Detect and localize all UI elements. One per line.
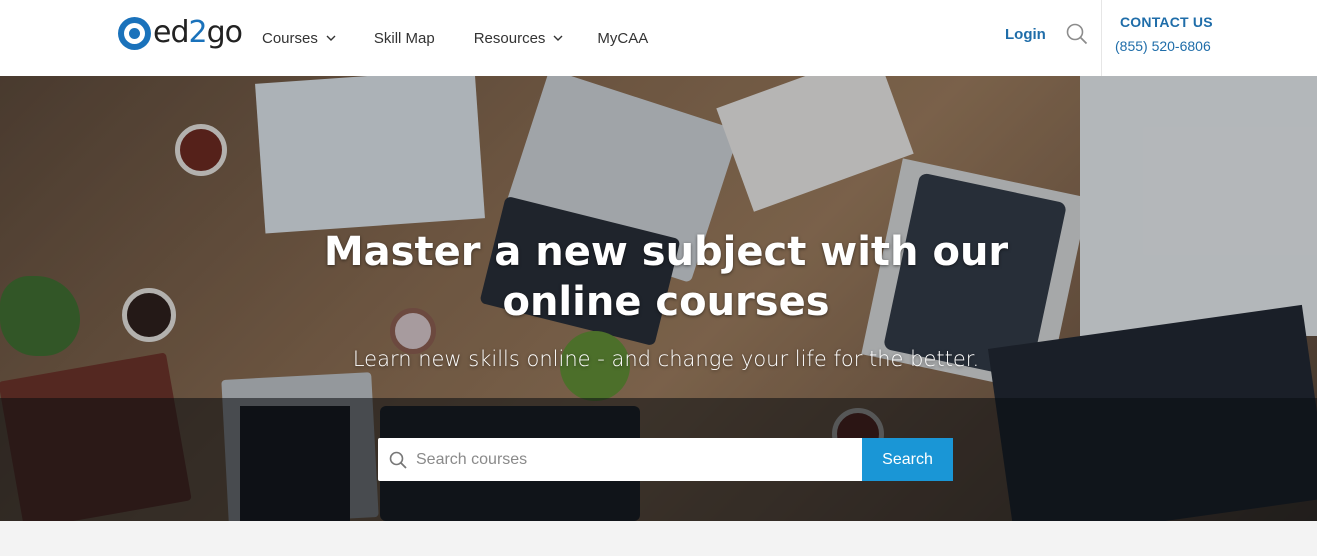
- page-content-area: [0, 521, 1317, 556]
- hero-title: Master a new subject with our online cou…: [323, 229, 1009, 325]
- chevron-down-icon: [326, 35, 336, 41]
- nav-item-skill-map[interactable]: Skill Map: [374, 30, 435, 47]
- login-link[interactable]: Login: [1005, 26, 1046, 43]
- nav-item-mycaa[interactable]: MyCAA: [597, 30, 648, 47]
- contact-us-link[interactable]: CONTACT US: [1120, 14, 1213, 30]
- nav-item-label: Courses: [262, 29, 318, 47]
- logo-wordmark: ed2go: [153, 15, 243, 50]
- main-nav: Courses Skill Map Resources MyCAA: [262, 0, 648, 76]
- search-button[interactable]: Search: [862, 438, 953, 481]
- nav-item-courses[interactable]: Courses: [262, 30, 337, 47]
- hero-subtitle: Learn new skills online - and change you…: [352, 347, 980, 371]
- nav-item-label: Resources: [473, 29, 546, 47]
- nav-item-resources[interactable]: Resources: [474, 30, 565, 47]
- nav-item-label: MyCAA: [597, 29, 649, 47]
- nav-item-label: Skill Map: [373, 29, 435, 47]
- course-search-box: [378, 438, 862, 481]
- phone-number-link[interactable]: (855) 520-6806: [1115, 38, 1211, 54]
- search-icon: [389, 451, 407, 469]
- search-icon[interactable]: [1065, 22, 1089, 46]
- site-header: ed2go Courses Skill Map Resources MyCAA …: [0, 0, 1317, 76]
- header-divider: [1101, 0, 1102, 76]
- chevron-down-icon: [553, 35, 563, 41]
- logo-mark-icon: [118, 16, 151, 50]
- course-search-input[interactable]: [416, 438, 856, 481]
- hero-banner: Master a new subject with our online cou…: [0, 76, 1317, 521]
- ed2go-logo[interactable]: ed2go: [118, 15, 243, 51]
